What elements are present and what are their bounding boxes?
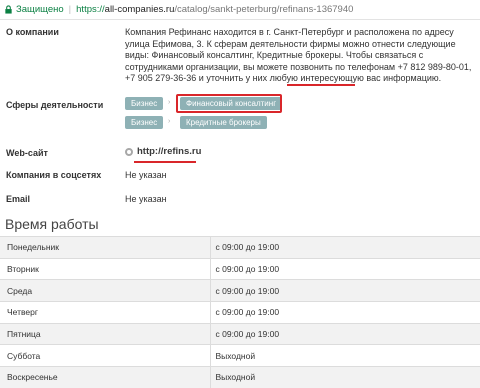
activities-label: Сферы деятельности bbox=[6, 100, 104, 110]
url-scheme: https:// bbox=[76, 4, 105, 15]
tag-business[interactable]: Бизнес bbox=[125, 97, 164, 110]
url-path: /catalog/sankt-peterburg/refinans-136794… bbox=[174, 4, 354, 15]
lock-icon bbox=[5, 5, 12, 14]
day-cell: Пятница bbox=[0, 322, 210, 346]
time-cell: с 09:00 до 19:00 bbox=[209, 279, 480, 303]
website-label: Web-сайт bbox=[6, 148, 48, 158]
about-label: О компании bbox=[6, 27, 59, 37]
tag-business-2[interactable]: Бизнес bbox=[125, 116, 164, 129]
company-page: О компании Компания Рефинанс находится в… bbox=[0, 20, 480, 388]
link-annotation-underline bbox=[134, 161, 196, 163]
table-row: Четверг с 09:00 до 19:00 bbox=[0, 301, 480, 324]
day-cell: Понедельник bbox=[0, 236, 210, 259]
email-label: Email bbox=[6, 194, 31, 204]
address-divider: | bbox=[68, 4, 72, 15]
highlight-annotation-box bbox=[176, 94, 282, 113]
time-cell: с 09:00 до 19:00 bbox=[209, 257, 480, 281]
table-row: Среда с 09:00 до 19:00 bbox=[0, 279, 480, 303]
table-row: Понедельник с 09:00 до 19:00 bbox=[0, 236, 480, 259]
about-text: Компания Рефинанс находится в г. Санкт-П… bbox=[125, 27, 472, 83]
hours-title: Время работы bbox=[5, 216, 99, 232]
tag-credit-brokers[interactable]: Кредитные брокеры bbox=[180, 116, 267, 129]
social-label: Компания в соцсетях bbox=[6, 170, 102, 180]
email-value: Не указан bbox=[125, 194, 167, 204]
time-cell: Выходной bbox=[209, 344, 480, 368]
time-cell: с 09:00 до 19:00 bbox=[209, 322, 480, 346]
time-cell: Выходной bbox=[209, 366, 480, 388]
address-bar[interactable]: Защищено | https:// all-companies.ru /ca… bbox=[0, 0, 480, 20]
tag-separator-2: › bbox=[168, 118, 171, 125]
day-cell: Среда bbox=[0, 279, 210, 303]
day-cell: Четверг bbox=[0, 301, 210, 324]
tag-separator: › bbox=[168, 99, 171, 106]
day-cell: Вторник bbox=[0, 257, 210, 281]
secure-label: Защищено bbox=[16, 4, 64, 15]
table-row: Пятница с 09:00 до 19:00 bbox=[0, 322, 480, 346]
website-link[interactable]: http://refins.ru bbox=[137, 146, 201, 157]
day-cell: Воскресенье bbox=[0, 366, 210, 388]
social-value: Не указан bbox=[125, 170, 167, 180]
time-cell: с 09:00 до 19:00 bbox=[209, 236, 480, 259]
table-row: Вторник с 09:00 до 19:00 bbox=[0, 257, 480, 281]
table-row: Суббота Выходной bbox=[0, 344, 480, 368]
hours-table: Понедельник с 09:00 до 19:00 Вторник с 0… bbox=[0, 236, 480, 388]
phone-annotation-underline bbox=[287, 84, 355, 86]
table-row: Воскресенье Выходной bbox=[0, 366, 480, 388]
globe-icon bbox=[125, 148, 133, 156]
day-cell: Суббота bbox=[0, 344, 210, 368]
time-cell: с 09:00 до 19:00 bbox=[209, 301, 480, 324]
url-host: all-companies.ru bbox=[104, 4, 175, 15]
